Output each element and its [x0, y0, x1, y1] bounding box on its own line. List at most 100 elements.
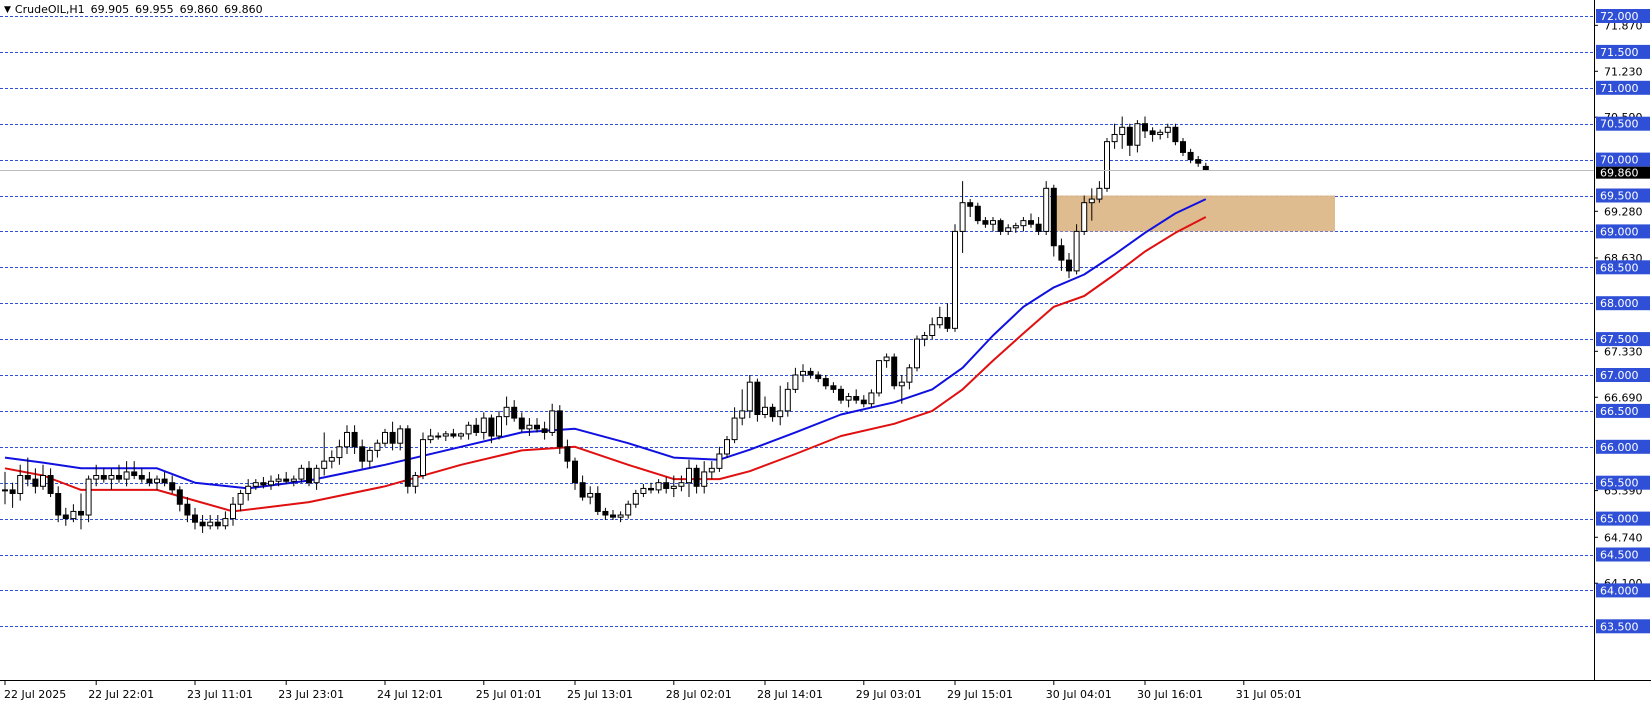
- candle-body-bull: [990, 220, 996, 225]
- time-tick-label: 29 Jul 03:01: [856, 688, 922, 701]
- level-tag-label: 68.500: [1600, 261, 1639, 274]
- candle-body-bear: [541, 428, 548, 433]
- candle: [974, 202, 981, 225]
- candle-body-bear: [997, 220, 1004, 232]
- candle-body-bear: [860, 399, 867, 405]
- candle-body-bear: [754, 381, 761, 415]
- candle-body-bear: [9, 489, 16, 494]
- candle-body-bear: [260, 482, 267, 486]
- candle: [556, 405, 563, 454]
- candle-body-bear: [693, 467, 700, 487]
- candle-body-bear: [594, 492, 601, 512]
- candle-body-bear: [47, 475, 54, 494]
- candle-body-bear: [967, 202, 974, 207]
- candle-body-bull: [70, 510, 77, 520]
- candle-body-bull: [1088, 198, 1095, 204]
- symbol-header: ▼ CrudeOIL,H1 69.905 69.955 69.860 69.86…: [4, 3, 263, 16]
- candle-body-bear: [192, 514, 198, 523]
- candle-body-bull: [328, 457, 335, 462]
- candle: [1073, 224, 1080, 275]
- candle-body-bear: [1195, 159, 1202, 164]
- open-value: 69.905: [90, 3, 130, 16]
- candle-body-bull: [344, 431, 350, 448]
- level-tag-label: 65.000: [1600, 513, 1639, 526]
- candle-body-bull: [731, 417, 738, 441]
- candle-body-bear: [450, 433, 457, 437]
- candle-body-bear: [891, 356, 898, 387]
- price-tick-label: 66.690: [1604, 391, 1643, 404]
- candle-body-bear: [1202, 165, 1209, 171]
- candle-body-bull: [1081, 202, 1088, 232]
- zone-rect: [1053, 195, 1335, 232]
- candle-body-bear: [822, 378, 829, 387]
- candle-body-bull: [1020, 220, 1027, 227]
- candle-body-bull: [465, 424, 472, 435]
- candle-body-bull: [290, 478, 297, 482]
- candle-body-bull: [230, 503, 236, 520]
- candle-body-bull: [952, 230, 958, 329]
- candle-body-bull: [1104, 141, 1110, 189]
- candle-body-bull: [883, 356, 890, 362]
- demand-zone: [1053, 195, 1335, 232]
- candle-body-bear: [214, 521, 221, 527]
- candle-body-bear: [564, 446, 571, 462]
- candle-body-bull: [1164, 126, 1171, 133]
- level-tag-label: 70.000: [1600, 154, 1639, 167]
- candle-body-bull: [366, 449, 373, 462]
- chart-window[interactable]: 71.87071.23070.59069.28068.63067.33066.6…: [0, 0, 1651, 705]
- candle-body-bear: [974, 205, 981, 222]
- candle-body-bull: [321, 460, 328, 469]
- candle-body-bear: [283, 478, 290, 482]
- candle-body-bear: [663, 482, 670, 489]
- candle-body-bull: [17, 475, 24, 494]
- candle: [914, 335, 920, 372]
- time-tick-label: 25 Jul 13:01: [567, 688, 633, 701]
- candle-body-bull: [40, 475, 46, 487]
- candle-body-bear: [1142, 123, 1148, 132]
- candle-body-bull: [921, 335, 928, 340]
- time-tick-label: 24 Jul 12:01: [377, 688, 443, 701]
- time-tick-label: 22 Jul 22:01: [88, 688, 154, 701]
- candle-body-bull: [906, 367, 913, 383]
- candle-body-bear: [389, 431, 396, 444]
- triangle-down-icon[interactable]: ▼: [4, 5, 11, 15]
- candle-body-bear: [146, 478, 153, 484]
- time-tick-label: 23 Jul 23:01: [278, 688, 344, 701]
- candle-body-bear: [579, 482, 586, 498]
- time-tick-label: 30 Jul 16:01: [1137, 688, 1203, 701]
- candle-body-bear: [100, 475, 107, 480]
- candle: [891, 353, 898, 390]
- candle-body-bear: [199, 521, 206, 527]
- candle-body-bear: [24, 475, 31, 480]
- candle-body-bear: [830, 385, 837, 390]
- level-tag-label: 66.000: [1600, 441, 1639, 454]
- candle-body-bull: [655, 482, 662, 491]
- candle-body-bull: [746, 381, 753, 412]
- candle: [1104, 138, 1110, 192]
- candle-body-bull: [686, 467, 692, 484]
- candle-body-bull: [397, 428, 404, 444]
- candle-body-bull: [670, 485, 677, 489]
- level-tag-label: 64.000: [1600, 584, 1639, 597]
- level-tag-label: 64.500: [1600, 549, 1639, 562]
- level-tag-label: 71.500: [1600, 46, 1639, 59]
- candle-body-bear: [1149, 130, 1156, 135]
- candle-body-bull: [336, 446, 343, 459]
- candle-body-bear: [518, 417, 525, 430]
- candle-body-bull: [526, 424, 533, 430]
- candle-body-bear: [176, 489, 183, 505]
- candlestick-chart[interactable]: 71.87071.23070.59069.28068.63067.33066.6…: [0, 0, 1651, 705]
- candle-body-bull: [708, 467, 715, 473]
- candle: [420, 432, 426, 480]
- candle-body-bull: [503, 406, 510, 418]
- level-tag-label: 72.000: [1600, 10, 1639, 23]
- candle-body-bull: [412, 475, 419, 487]
- candle-body-bull: [420, 439, 426, 477]
- candle-body-bull: [496, 416, 502, 437]
- candle-body-bull: [427, 435, 434, 441]
- candle-body-bear: [488, 417, 495, 437]
- candle-body-bull: [108, 475, 115, 480]
- candle-body-bear: [1058, 245, 1065, 261]
- candle-body-bear: [55, 492, 62, 516]
- candle-body-bull: [480, 417, 487, 433]
